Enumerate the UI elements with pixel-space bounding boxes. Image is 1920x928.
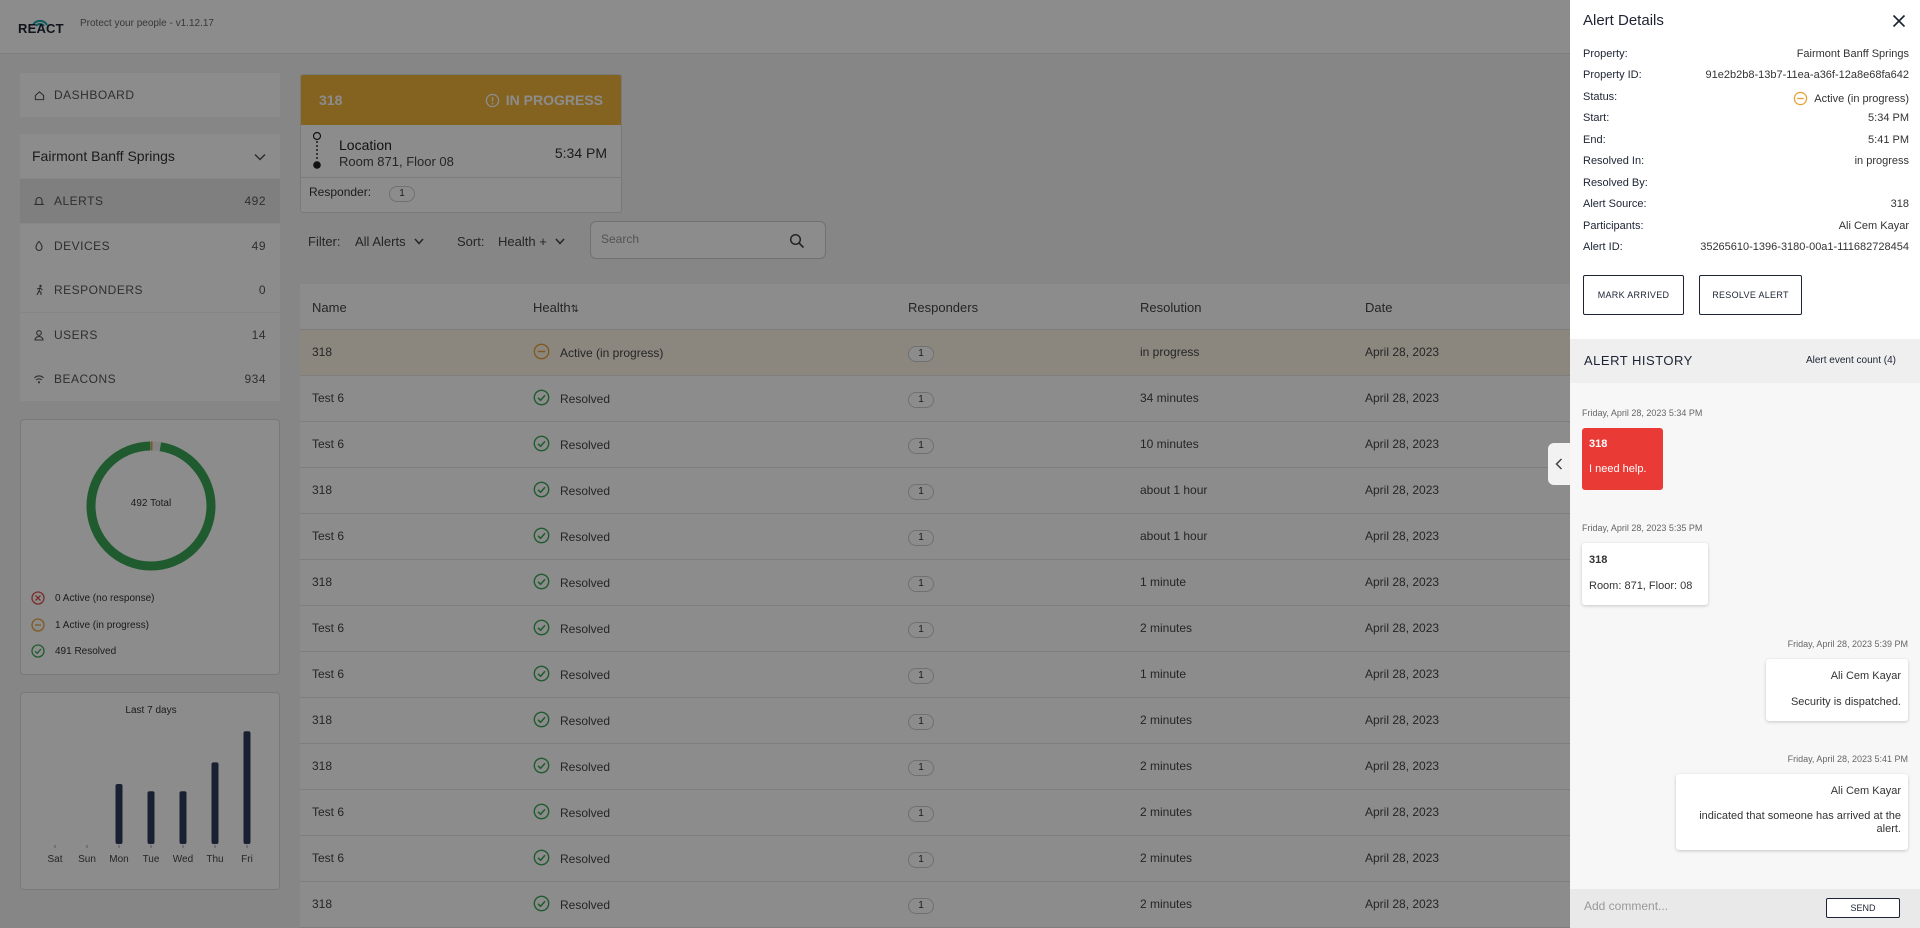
event-message: Ali Cem Kayar Security is dispatched. — [1766, 659, 1908, 721]
event-message: 318 Room: 871, Floor: 08 — [1582, 543, 1708, 605]
detail-value-wrap: 5:34 PM — [1868, 112, 1909, 124]
alert-history-feed[interactable]: Friday, April 28, 2023 5:34 PM 318 I nee… — [1570, 383, 1920, 889]
detail-key: Property: — [1583, 48, 1628, 60]
detail-value-wrap: 318 — [1891, 198, 1909, 210]
resolve-alert-button[interactable]: RESOLVE ALERT — [1699, 275, 1802, 315]
alert-history-header: ALERT HISTORY Alert event count (4) — [1570, 339, 1920, 383]
detail-value: 35265610-1396-3180-00a1-111682728454 — [1700, 241, 1909, 253]
event-body: Security is dispatched. — [1790, 696, 1901, 708]
detail-key: Property ID: — [1583, 69, 1642, 81]
event-timestamp: Friday, April 28, 2023 5:34 PM — [1582, 408, 1703, 418]
event-body: I need help. — [1589, 463, 1647, 475]
event-body: indicated that someone has arrived at th… — [1699, 810, 1901, 835]
detail-value: Active (in progress) — [1814, 92, 1909, 105]
close-icon[interactable] — [1892, 14, 1906, 28]
modal-overlay[interactable] — [0, 0, 1570, 928]
detail-key: End: — [1583, 134, 1606, 146]
detail-key: Status: — [1583, 91, 1618, 103]
detail-value-wrap: in progress — [1855, 155, 1909, 167]
chevron-left-icon — [1555, 458, 1563, 470]
detail-value: 5:41 PM — [1868, 134, 1909, 146]
detail-value-wrap: Active (in progress) — [1793, 91, 1909, 106]
event-timestamp: Friday, April 28, 2023 5:41 PM — [1787, 754, 1908, 764]
event-timestamp: Friday, April 28, 2023 5:39 PM — [1787, 639, 1908, 649]
detail-key: Start: — [1583, 112, 1610, 124]
mark-arrived-button[interactable]: MARK ARRIVED — [1583, 275, 1684, 315]
send-button[interactable]: SEND — [1826, 898, 1900, 918]
detail-value: Ali Cem Kayar — [1838, 220, 1909, 232]
event-message: 318 I need help. — [1582, 428, 1663, 490]
event-title: 318 — [1589, 438, 1608, 450]
alert-event-count: Alert event count (4) — [1805, 355, 1896, 366]
detail-key: Alert Source: — [1583, 198, 1647, 210]
detail-value-wrap: Fairmont Banff Springs — [1797, 48, 1909, 60]
detail-key: Resolved In: — [1583, 155, 1645, 167]
detail-value: 91e2b2b8-13b7-11ea-a36f-12a8e68fa642 — [1705, 69, 1909, 81]
alert-details-panel: Alert Details Property: Fairmont Banff Sp… — [1570, 0, 1920, 928]
detail-value-wrap: 91e2b2b8-13b7-11ea-a36f-12a8e68fa642 — [1706, 69, 1909, 81]
detail-key: Resolved By: — [1583, 177, 1648, 189]
detail-value: 5:34 PM — [1868, 112, 1909, 124]
detail-value-wrap: 35265610-1396-3180-00a1-111682728454 — [1700, 241, 1909, 253]
detail-value: 318 — [1890, 198, 1909, 210]
detail-key: Participants: — [1583, 220, 1644, 232]
alert-history-title: ALERT HISTORY — [1584, 353, 1693, 368]
event-body: Room: 871, Floor: 08 — [1589, 580, 1693, 592]
panel-title: Alert Details — [1583, 12, 1664, 29]
minus-circle-icon — [1793, 91, 1808, 106]
detail-key: Alert ID: — [1583, 241, 1623, 253]
comment-input[interactable] — [1584, 899, 1814, 913]
event-timestamp: Friday, April 28, 2023 5:35 PM — [1582, 523, 1703, 533]
detail-value: Fairmont Banff Springs — [1796, 48, 1909, 60]
collapse-panel-button[interactable] — [1548, 443, 1570, 485]
detail-value: in progress — [1854, 155, 1909, 167]
event-title: 318 — [1589, 554, 1608, 566]
detail-value-wrap: 5:41 PM — [1868, 134, 1909, 146]
comment-bar: SEND — [1570, 889, 1920, 928]
event-message: Ali Cem Kayar indicated that someone has… — [1676, 774, 1908, 850]
event-title: Ali Cem Kayar — [1830, 785, 1901, 797]
detail-value-wrap: Ali Cem Kayar — [1839, 220, 1909, 232]
event-title: Ali Cem Kayar — [1830, 670, 1901, 682]
